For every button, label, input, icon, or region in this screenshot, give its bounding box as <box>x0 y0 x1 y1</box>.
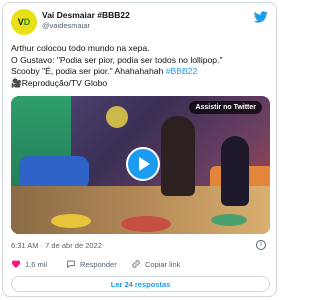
tweet-timestamp[interactable]: 6:31 AM · 7 de abr de 2022 <box>11 241 102 250</box>
video-scene <box>106 106 128 128</box>
tweet-text-line: Arthur colocou todo mundo na xepa. <box>11 43 150 53</box>
like-count: 1,6 mil <box>25 259 48 269</box>
author-handle[interactable]: @vaidesmaiar <box>42 21 130 31</box>
author-display-name[interactable]: Vai Desmaiar #BBB22 <box>42 10 130 21</box>
tweet-text-line: O Gustavo: "Podia ser pior, podia ser to… <box>11 54 223 65</box>
copy-link-button[interactable]: Copiar link <box>131 259 180 269</box>
tweet-actions: 1,6 mil Responder Copiar link <box>11 259 268 271</box>
video-scene <box>221 136 249 206</box>
play-button[interactable] <box>126 147 160 181</box>
video-scene <box>211 214 247 226</box>
read-replies-button[interactable]: Ler 24 respostas <box>11 276 270 292</box>
video-scene <box>19 156 89 190</box>
video-scene <box>51 214 91 228</box>
link-icon <box>132 260 140 268</box>
hashtag-link[interactable]: #BBB22 <box>166 66 198 76</box>
reply-label: Responder <box>80 259 117 269</box>
video-scene <box>161 116 195 196</box>
avatar[interactable]: VD <box>11 9 37 35</box>
tweet-text-line: 🎥Reprodução/TV Globo <box>11 77 108 88</box>
tweet-header: VD Vai Desmaiar #BBB22 @vaidesmaiar <box>11 9 268 37</box>
reply-icon <box>67 260 75 269</box>
tweet-text-line: Scooby "É, podia ser pior." Ahahahahah #… <box>11 66 198 76</box>
video-scene <box>121 216 171 232</box>
video-player[interactable]: Assistir no Twitter <box>11 96 270 234</box>
heart-icon <box>11 260 21 268</box>
watch-on-twitter-button[interactable]: Assistir no Twitter <box>189 101 262 114</box>
tweet-text: Arthur colocou todo mundo na xepa. O Gus… <box>11 43 273 89</box>
author-names[interactable]: Vai Desmaiar #BBB22 @vaidesmaiar <box>42 10 130 31</box>
copy-link-label: Copiar link <box>145 259 181 269</box>
like-button[interactable]: 1,6 mil <box>11 259 47 269</box>
play-icon <box>139 157 150 171</box>
reply-button[interactable]: Responder <box>66 259 117 269</box>
info-icon[interactable]: i <box>256 240 266 250</box>
twitter-bird-icon[interactable] <box>254 11 268 23</box>
tweet-card: VD Vai Desmaiar #BBB22 @vaidesmaiar Arth… <box>2 2 277 297</box>
